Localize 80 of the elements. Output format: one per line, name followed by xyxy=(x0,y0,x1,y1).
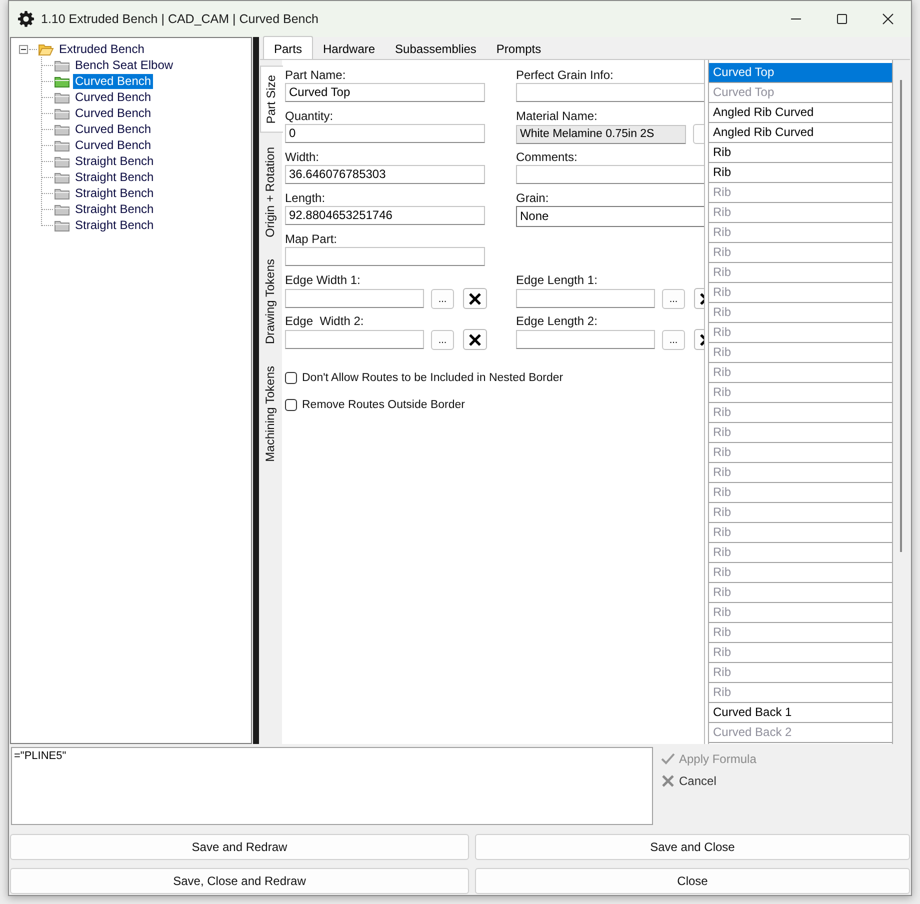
side-tab[interactable]: Machining Tokens xyxy=(260,358,282,470)
input-field[interactable]: Curved Top xyxy=(285,83,485,102)
tab[interactable]: Parts xyxy=(263,36,314,59)
checkbox[interactable] xyxy=(285,372,297,384)
gear-icon xyxy=(18,11,34,27)
dialog-button[interactable]: Save and Close xyxy=(475,834,910,860)
close-icon[interactable] xyxy=(882,13,894,25)
tree-item[interactable]: Straight Bench xyxy=(73,202,156,216)
tree-item[interactable]: Straight Bench xyxy=(73,170,156,184)
input-field[interactable]: 36.646076785303 xyxy=(285,165,485,184)
input-field[interactable]: 0 xyxy=(285,124,485,143)
formula-field[interactable]: ="PLINE5" xyxy=(11,747,653,825)
open-folder-icon xyxy=(38,42,54,56)
dialog-button[interactable]: Close xyxy=(475,868,910,894)
input-field[interactable] xyxy=(285,330,424,349)
scrollbar-thumb[interactable] xyxy=(900,80,902,552)
field-label: Quantity: xyxy=(285,108,334,124)
checkbox-label: Don't Allow Routes to be Included in Nested Border xyxy=(302,372,564,384)
field-label: Perfect Grain Info: xyxy=(516,67,614,83)
clear-icon xyxy=(468,332,482,346)
side-tab[interactable]: Origin + Rotation xyxy=(260,138,282,246)
tree-item[interactable]: Extruded Bench xyxy=(57,42,146,56)
maximize-icon[interactable] xyxy=(836,13,848,25)
field-label: Edge Length 1: xyxy=(516,272,598,288)
field-label: Grain: xyxy=(516,190,550,206)
checkbox-label: Remove Routes Outside Border xyxy=(302,399,465,411)
browse-button[interactable]: ... xyxy=(662,288,685,308)
cancel-button[interactable]: Cancel xyxy=(661,772,756,789)
field-label: Map Part: xyxy=(285,231,338,247)
field-label: Edge Width 1: xyxy=(285,272,362,288)
input-field[interactable] xyxy=(285,289,424,308)
input-field[interactable] xyxy=(516,83,704,102)
input-field[interactable] xyxy=(516,330,655,349)
field-label: Part Name: xyxy=(285,67,347,83)
input-field[interactable] xyxy=(285,247,485,266)
browse-button[interactable]: ... xyxy=(662,330,685,350)
collapse-icon[interactable] xyxy=(19,44,28,54)
list-item[interactable]: Curved Back 1 xyxy=(709,703,892,723)
tree-item[interactable]: Curved Bench xyxy=(73,138,154,152)
window-title: 1.10 Extruded Bench | CAD_CAM | Curved Bench xyxy=(41,12,318,26)
input-field[interactable]: 92.8804653251746 xyxy=(285,206,485,225)
grain-dropdown[interactable]: None xyxy=(516,206,704,227)
clear-icon xyxy=(468,292,482,306)
list-item[interactable]: Angled Rib Curved xyxy=(709,103,892,123)
tree-item[interactable]: Curved Bench xyxy=(73,106,154,120)
tab[interactable]: Prompts xyxy=(486,38,552,59)
field-label: Edge Width 2: xyxy=(285,313,365,329)
cancel-icon xyxy=(661,774,675,788)
tab[interactable]: Subassemblies xyxy=(385,38,486,59)
tree-item[interactable]: Straight Bench xyxy=(73,154,156,168)
browse-button[interactable]: ... xyxy=(431,330,454,350)
field-label: Material Name: xyxy=(516,108,598,124)
tree-item[interactable]: Curved Bench xyxy=(73,122,154,136)
check-icon xyxy=(661,752,675,765)
side-tab[interactable]: Drawing Tokens xyxy=(260,251,282,352)
tab[interactable]: Hardware xyxy=(313,38,386,59)
tree-item[interactable]: Bench Seat Elbow xyxy=(73,58,176,72)
dialog-button[interactable]: Save and Redraw xyxy=(10,834,469,860)
tree-item[interactable]: Straight Bench xyxy=(73,218,156,232)
clear-button[interactable] xyxy=(463,288,487,309)
side-tab[interactable]: Part Size xyxy=(260,66,283,133)
clear-button[interactable] xyxy=(463,329,487,350)
input-field[interactable] xyxy=(516,289,655,308)
tree-item[interactable]: Curved Bench xyxy=(73,90,154,104)
list-item[interactable]: Rib xyxy=(709,143,892,163)
material-field: White Melamine 0.75in 2S xyxy=(516,124,686,144)
list-item[interactable]: Angled Rib Curved xyxy=(709,123,892,143)
browse-button[interactable]: ... xyxy=(431,288,454,308)
dialog-button[interactable]: Save, Close and Redraw xyxy=(10,868,469,894)
list-item[interactable]: Rib xyxy=(709,163,892,183)
field-label: Edge Length 2: xyxy=(516,313,598,329)
field-label: Comments: xyxy=(516,149,578,165)
field-label: Width: xyxy=(285,149,320,165)
tree-item[interactable]: Straight Bench xyxy=(73,186,156,200)
input-field[interactable] xyxy=(516,165,704,184)
checkbox[interactable] xyxy=(285,399,297,411)
field-label: Length: xyxy=(285,190,326,206)
tree-item[interactable]: Curved Bench xyxy=(73,74,154,88)
list-item[interactable]: Curved Top xyxy=(709,63,892,83)
folder-icon xyxy=(54,74,70,88)
